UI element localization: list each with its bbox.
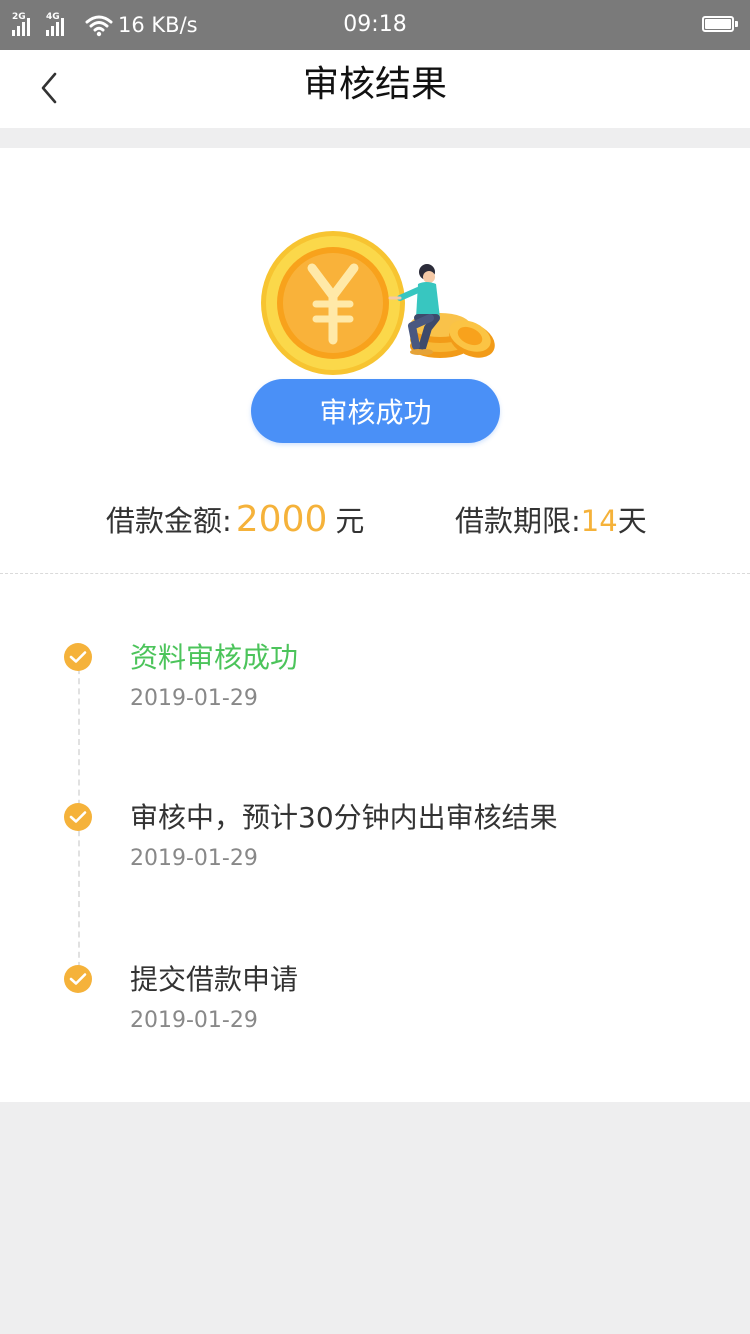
status-badge: 审核成功	[251, 379, 500, 443]
loan-amount: 借款金额: 2000 元	[106, 498, 364, 540]
amount-unit: 元	[335, 504, 365, 538]
nav-bar: 审核结果	[0, 50, 750, 128]
check-circle-icon	[64, 643, 92, 671]
step-title: 审核中，预计30分钟内出审核结果	[130, 801, 558, 834]
step-title: 资料审核成功	[130, 641, 299, 674]
loan-info: 借款金额: 2000 元 借款期限:14天	[0, 498, 750, 548]
check-circle-icon	[64, 965, 92, 993]
check-circle-icon	[64, 803, 92, 831]
coin-person-illustration	[261, 231, 495, 375]
step-date: 2019-01-29	[130, 686, 258, 711]
timeline-step: 资料审核成功 2019-01-29	[0, 618, 750, 738]
step-date: 2019-01-29	[130, 1008, 258, 1033]
result-card: 审核成功 借款金额: 2000 元 借款期限:14天 资料审核成功 2019-01-…	[0, 148, 750, 1102]
progress-timeline: 资料审核成功 2019-01-29 审核中，预计30分钟内出审核结果 2019-…	[0, 618, 750, 1078]
term-value: 14	[580, 504, 618, 538]
step-date: 2019-01-29	[130, 846, 258, 871]
amount-value: 2000	[235, 499, 328, 540]
timeline-step: 审核中，预计30分钟内出审核结果 2019-01-29	[0, 778, 750, 898]
amount-label: 借款金额:	[106, 504, 232, 538]
step-title: 提交借款申请	[130, 963, 299, 996]
status-bar: 2G 4G 16 KB/s 09:18	[0, 0, 750, 50]
page-title: 审核结果	[302, 64, 447, 105]
timeline-step: 提交借款申请 2019-01-29	[0, 940, 750, 1060]
term-unit: 天	[617, 504, 647, 538]
chevron-left-icon	[41, 72, 57, 104]
loan-term: 借款期限:14天	[455, 498, 647, 540]
clock: 09:18	[343, 12, 407, 37]
back-button[interactable]	[20, 58, 80, 118]
term-label: 借款期限:	[455, 504, 581, 538]
divider	[0, 573, 750, 574]
battery-icon	[702, 16, 740, 34]
